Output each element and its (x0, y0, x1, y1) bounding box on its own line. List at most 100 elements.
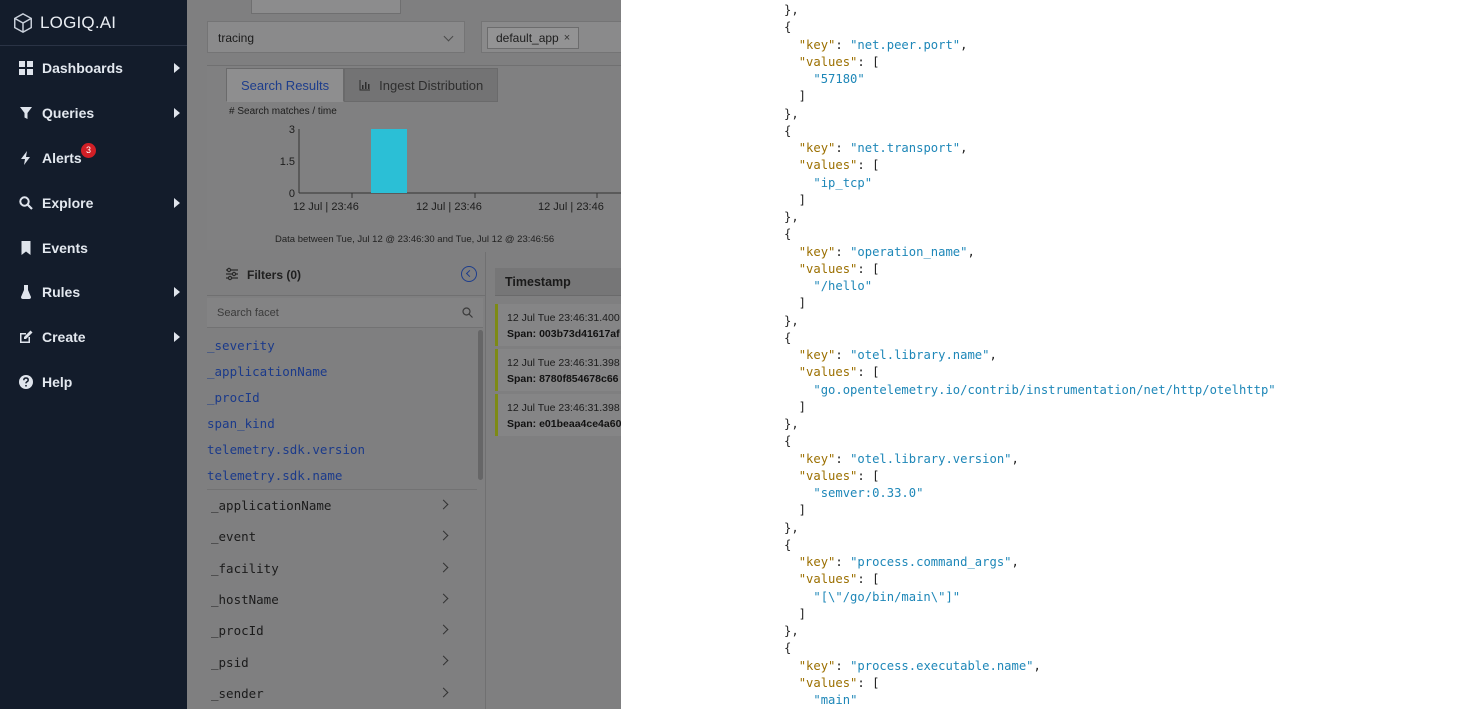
selected-facet-link[interactable]: _applicationName (207, 358, 477, 384)
facet-row[interactable]: _facility (207, 553, 477, 584)
sidebar-item-queries[interactable]: Queries (0, 91, 187, 136)
attribute-value: main (820, 693, 851, 707)
chart-bar[interactable] (371, 129, 407, 193)
json-punct: { (784, 434, 792, 449)
grid-icon (19, 61, 33, 76)
facet-search-input[interactable] (207, 298, 483, 328)
json-key: "key" (798, 555, 836, 569)
selected-facet-link[interactable]: span_kind (207, 410, 477, 436)
filters-title: Filters (0) (247, 268, 302, 282)
facet-name: _procId (211, 623, 264, 639)
sidebar-item-label: Help (42, 373, 73, 390)
brand-name: LOGIQ.AI (40, 12, 117, 32)
json-key: "key" (798, 658, 836, 673)
attribute-value: ip_tcp (820, 175, 865, 190)
row-span-id: Span: 8780f854678c66 (507, 373, 619, 385)
sidebar-item-label: Events (42, 239, 88, 256)
sidebar-item-label: Alerts (42, 149, 82, 166)
attribute-key: net.peer.port (857, 37, 953, 52)
panel-divider (485, 252, 486, 709)
json-key: "values" (798, 572, 858, 587)
json-string: "process.command_args" (850, 555, 1012, 569)
app-tab[interactable] (251, 0, 401, 14)
sidebar-item-dashboards[interactable]: Dashboards (0, 46, 187, 91)
selected-facet-link[interactable]: telemetry.sdk.version (207, 436, 477, 462)
facet-scrollbar[interactable] (478, 330, 483, 480)
caret-right-icon (174, 332, 180, 343)
json-string: "net.transport" (850, 141, 961, 155)
json-punct: { (784, 20, 792, 35)
chevron-right-icon (438, 656, 449, 666)
facet-name: _psid (211, 654, 249, 670)
facet-row[interactable]: _psid (207, 646, 477, 677)
sidebar-item-alerts[interactable]: Alerts 3 (0, 136, 187, 181)
tab-search-results[interactable]: Search Results (226, 68, 345, 102)
x-tick-label: 12 Jul | 23:46 (416, 201, 482, 213)
chart-caption: # Search matches / time (229, 106, 337, 117)
table-row[interactable]: 12 Jul Tue 23:46:31.398 Span: 8780f854678… (495, 349, 621, 391)
table-row[interactable]: 12 Jul Tue 23:46:31.400 Span: 003b73d4161… (495, 304, 621, 346)
search-icon (462, 307, 473, 318)
tab-ingest-distribution[interactable]: Ingest Distribution (344, 68, 499, 102)
facet-name: _facility (211, 560, 279, 576)
sidebar-item-rules[interactable]: Rules (0, 270, 187, 315)
json-punct: { (784, 227, 792, 242)
chart-panel: Search Results Ingest Distribution # Sea… (207, 65, 621, 250)
json-string: "main" (813, 693, 858, 707)
namespace-select[interactable]: tracing (207, 21, 465, 53)
facet-row[interactable]: _hostName (207, 584, 477, 615)
edit-icon (19, 330, 33, 344)
alert-count-badge: 3 (81, 142, 96, 158)
sidebar-nav: Dashboards Queries Alerts 3 Explore Events Rul… (0, 46, 187, 404)
facet-row[interactable]: _event (207, 521, 477, 552)
sidebar-item-create[interactable]: Create (0, 315, 187, 360)
json-punct: }, (784, 417, 799, 431)
sidebar-item-label: Queries (42, 105, 95, 122)
selected-facet-link[interactable]: _severity (207, 332, 477, 358)
json-punct: }, (784, 520, 799, 535)
sidebar-item-explore[interactable]: Explore (0, 180, 187, 225)
sidebar-item-events[interactable]: Events (0, 225, 187, 270)
json-punct: { (784, 330, 792, 345)
facet-row[interactable]: _procId (207, 615, 477, 646)
bar-chart-icon (359, 80, 371, 91)
filters-header: Filters (0) (207, 252, 485, 296)
chevron-down-icon (443, 31, 454, 42)
facet-name: _applicationName (211, 498, 332, 514)
facet-name: _hostName (211, 592, 279, 608)
attribute-value: /hello (820, 279, 865, 293)
json-string: "57180" (813, 72, 865, 86)
facet-row[interactable]: _sender (207, 678, 477, 709)
bookmark-icon (19, 240, 33, 255)
timestamp-column-header[interactable]: Timestamp (495, 268, 621, 296)
brand[interactable]: LOGIQ.AI (0, 0, 187, 46)
flask-icon (19, 285, 33, 300)
selected-facet-link[interactable]: _procId (207, 384, 477, 410)
attribute-key: otel.library.version (857, 451, 1005, 466)
json-detail-drawer: }, { "key": "net.peer.port", "values": [… (621, 0, 1472, 709)
facet-search (207, 298, 483, 328)
collapse-left-icon[interactable] (461, 266, 477, 282)
app-chip-label: default_app (496, 31, 559, 45)
caret-right-icon (174, 197, 180, 208)
bolt-icon (19, 150, 33, 165)
attribute-key: net.transport (857, 141, 953, 155)
chart-tabs: Search Results Ingest Distribution (226, 68, 499, 102)
application-select[interactable]: default_app × (481, 21, 621, 53)
json-string: "otel.library.name" (850, 348, 990, 362)
json-punct: }, (784, 210, 799, 224)
x-tick-label: 12 Jul | 23:46 (538, 201, 604, 213)
sidebar-item-help[interactable]: Help (0, 360, 187, 405)
sliders-icon (226, 267, 238, 281)
tab-label: Ingest Distribution (379, 77, 484, 93)
hexagon-cube-logo-icon (14, 12, 32, 33)
facet-row[interactable]: _applicationName (207, 490, 477, 521)
facet-list: _applicationName _event _facility _hostName… (207, 489, 477, 709)
close-icon[interactable]: × (564, 32, 570, 44)
main-content: tracing default_app × Search Results Ing… (187, 0, 621, 709)
selected-facet-link[interactable]: telemetry.sdk.name (207, 462, 477, 488)
row-span-id: Span: 003b73d41617af (507, 328, 620, 340)
table-row[interactable]: 12 Jul Tue 23:46:31.398 Span: e01beaa4ce4… (495, 394, 621, 436)
selected-facets: _severity _applicationName _procId span_kin… (207, 332, 477, 488)
json-punct: }, (784, 106, 799, 121)
